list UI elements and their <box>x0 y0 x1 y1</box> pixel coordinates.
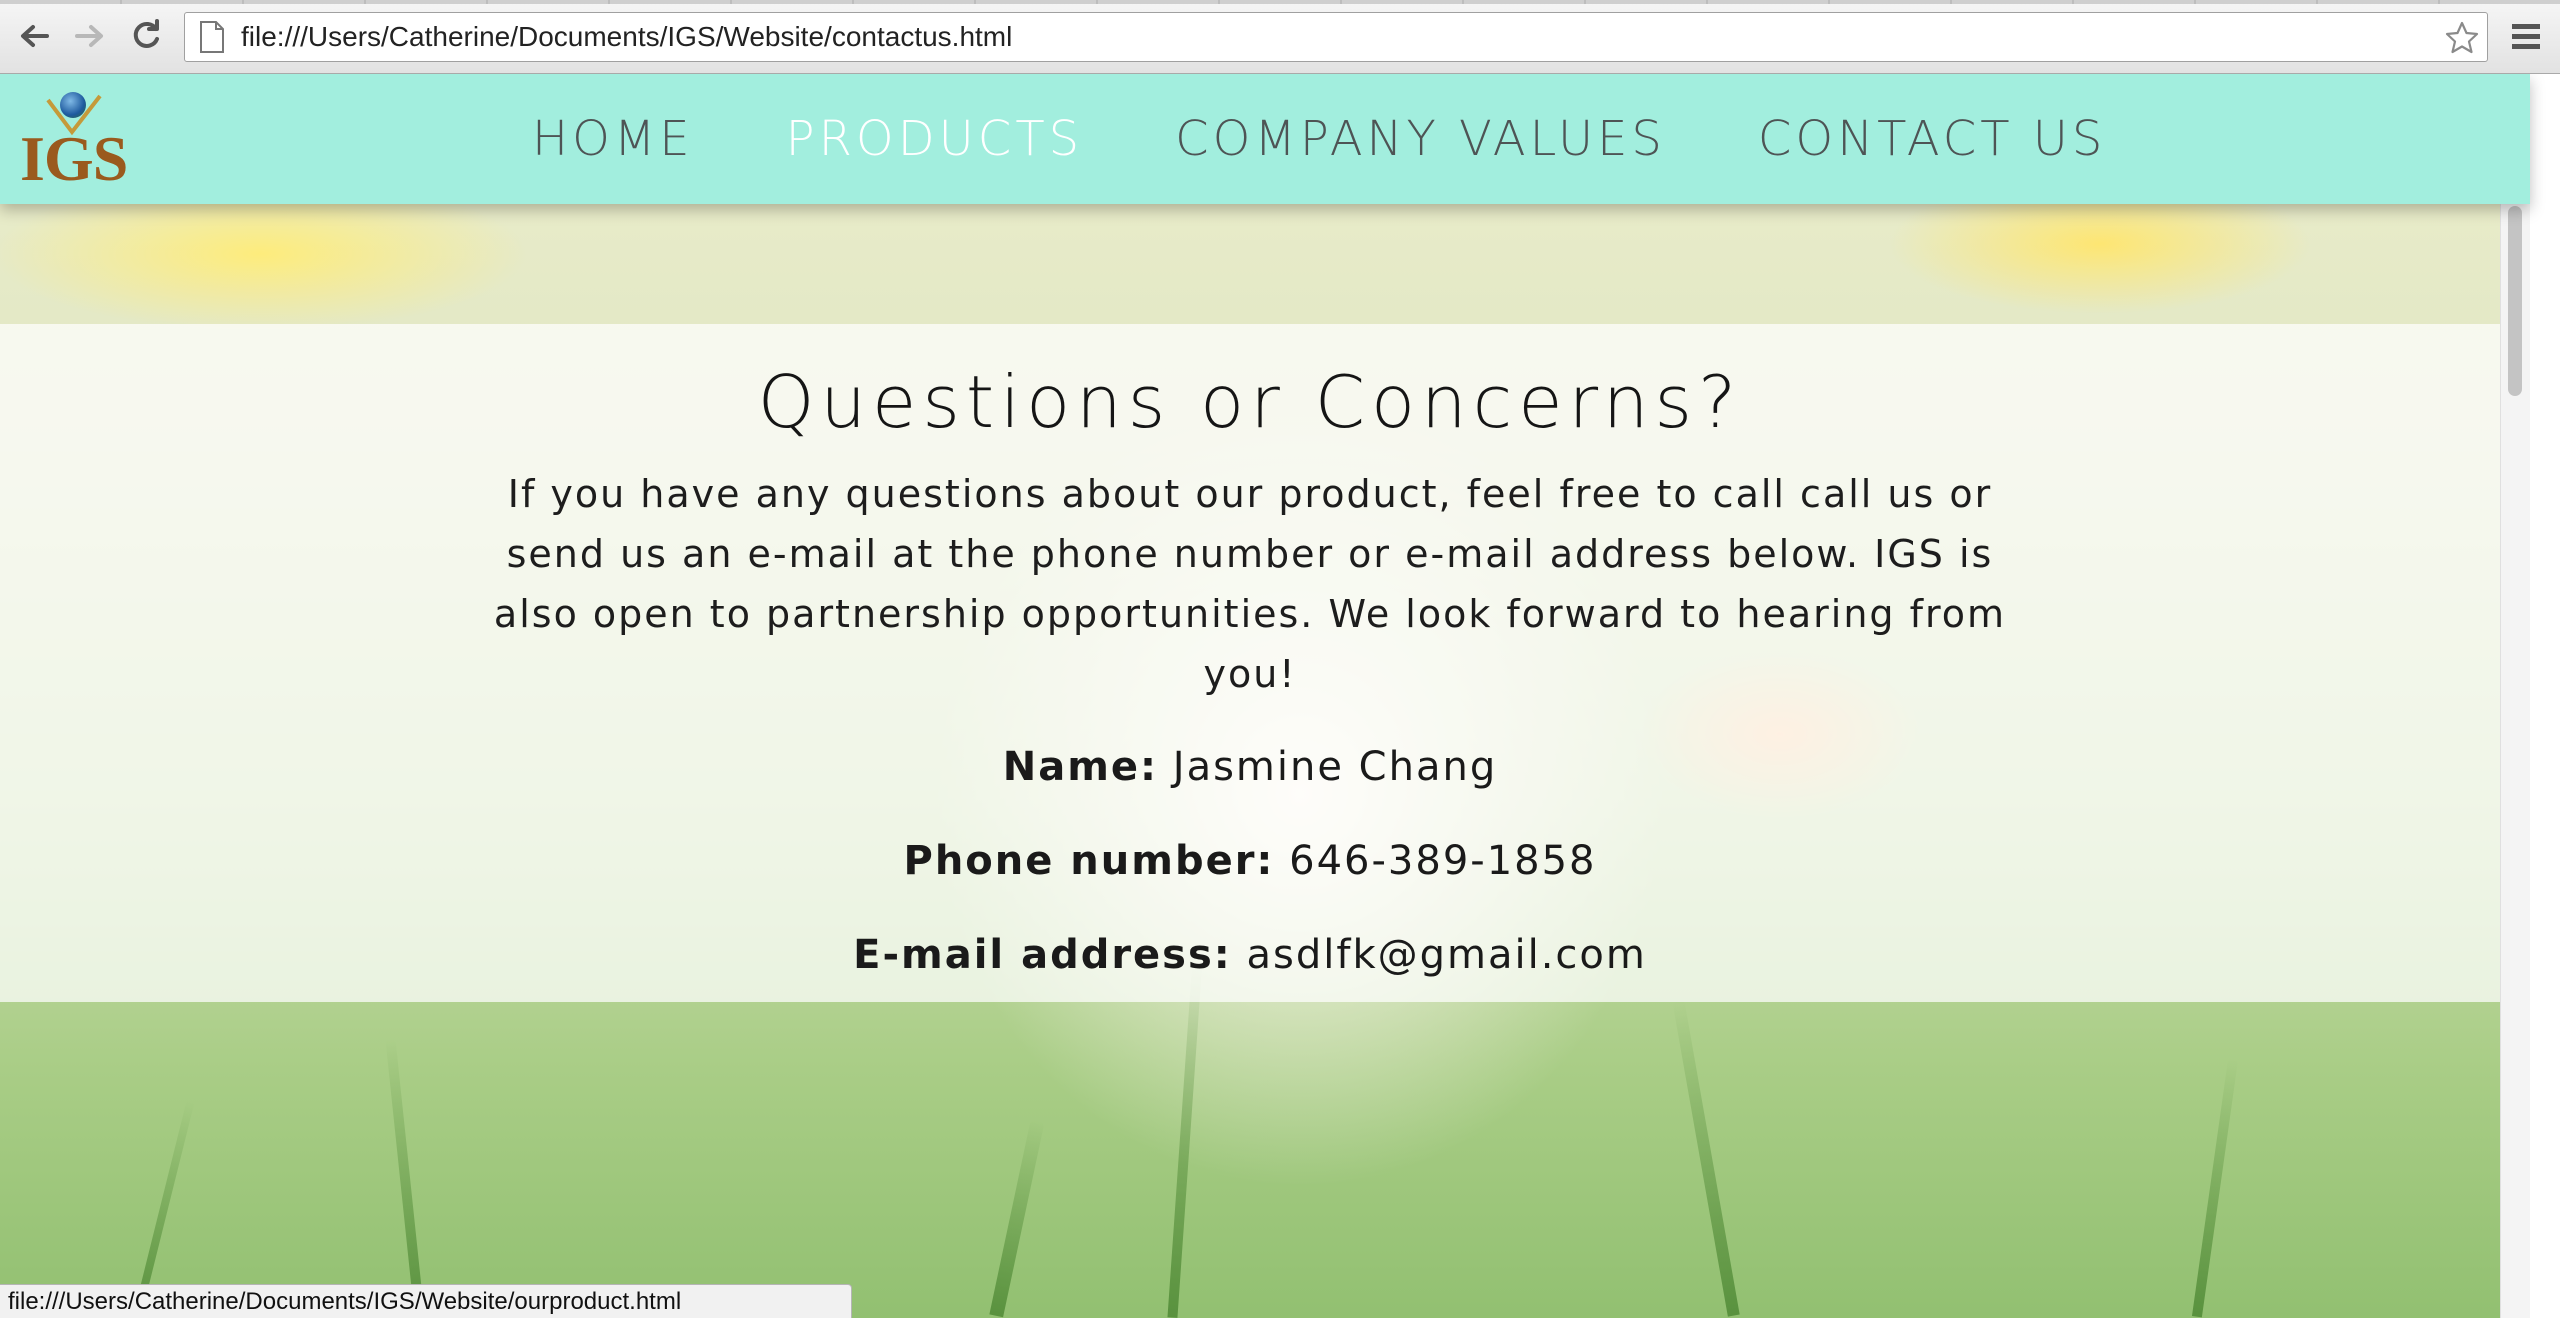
contact-phone-row: Phone number: 646-389-1858 <box>0 838 2500 884</box>
grass-blade <box>989 1118 1045 1318</box>
globe-icon <box>60 92 86 118</box>
page-title: Questions or Concerns? <box>757 360 1743 444</box>
phone-label: Phone number: <box>903 838 1275 884</box>
email-value: asdlfk@gmail.com <box>1246 932 1647 978</box>
email-label: E-mail address: <box>853 932 1232 978</box>
back-button[interactable] <box>12 14 56 58</box>
reload-button[interactable] <box>124 14 168 58</box>
browser-toolbar: file:///Users/Catherine/Documents/IGS/We… <box>0 0 2560 74</box>
nav-links: HOME PRODUCTS COMPANY VALUES CONTACT US <box>532 74 2198 204</box>
forward-button[interactable] <box>68 14 112 58</box>
window-edge <box>2530 74 2560 1318</box>
contact-intro: If you have any questions about our prod… <box>493 472 2007 696</box>
scrollbar-thumb[interactable] <box>2508 206 2522 396</box>
nav-products[interactable]: PRODUCTS <box>786 111 1083 167</box>
grass-blade <box>1672 999 1740 1317</box>
page-icon <box>200 21 224 53</box>
url-text[interactable]: file:///Users/Catherine/Documents/IGS/We… <box>241 21 1012 53</box>
forward-arrow-icon <box>75 25 103 47</box>
page-viewport: IGS HOME PRODUCTS COMPANY VALUES CONTACT… <box>0 74 2560 1318</box>
grass-blade <box>1167 958 1203 1318</box>
contact-email-row: E-mail address: asdlfk@gmail.com <box>0 932 2500 978</box>
logo-text: IGS <box>20 123 128 194</box>
nav-company-values[interactable]: COMPANY VALUES <box>1175 111 1666 167</box>
igs-logo[interactable]: IGS <box>16 86 128 198</box>
reload-icon <box>133 19 159 48</box>
name-value: Jasmine Chang <box>1172 744 1498 790</box>
hamburger-menu-icon[interactable] <box>2504 16 2548 56</box>
grass-blade <box>385 1038 425 1318</box>
tab-strip <box>0 0 2560 4</box>
address-bar[interactable]: file:///Users/Catherine/Documents/IGS/We… <box>184 12 2488 62</box>
status-bubble: file:///Users/Catherine/Documents/IGS/We… <box>0 1284 852 1318</box>
back-arrow-icon <box>21 25 49 47</box>
nav-contact-us[interactable]: CONTACT US <box>1758 111 2106 167</box>
nav-home[interactable]: HOME <box>532 111 694 167</box>
contact-name-row: Name: Jasmine Chang <box>0 744 2500 790</box>
name-label: Name: <box>1002 744 1159 790</box>
contact-panel: Questions or Concerns? If you have any q… <box>0 324 2500 1002</box>
grass-blade <box>2191 1058 2239 1318</box>
star-icon[interactable] <box>2443 19 2481 57</box>
site-navigation-bar: IGS HOME PRODUCTS COMPANY VALUES CONTACT… <box>0 74 2530 204</box>
phone-value: 646-389-1858 <box>1289 838 1597 884</box>
